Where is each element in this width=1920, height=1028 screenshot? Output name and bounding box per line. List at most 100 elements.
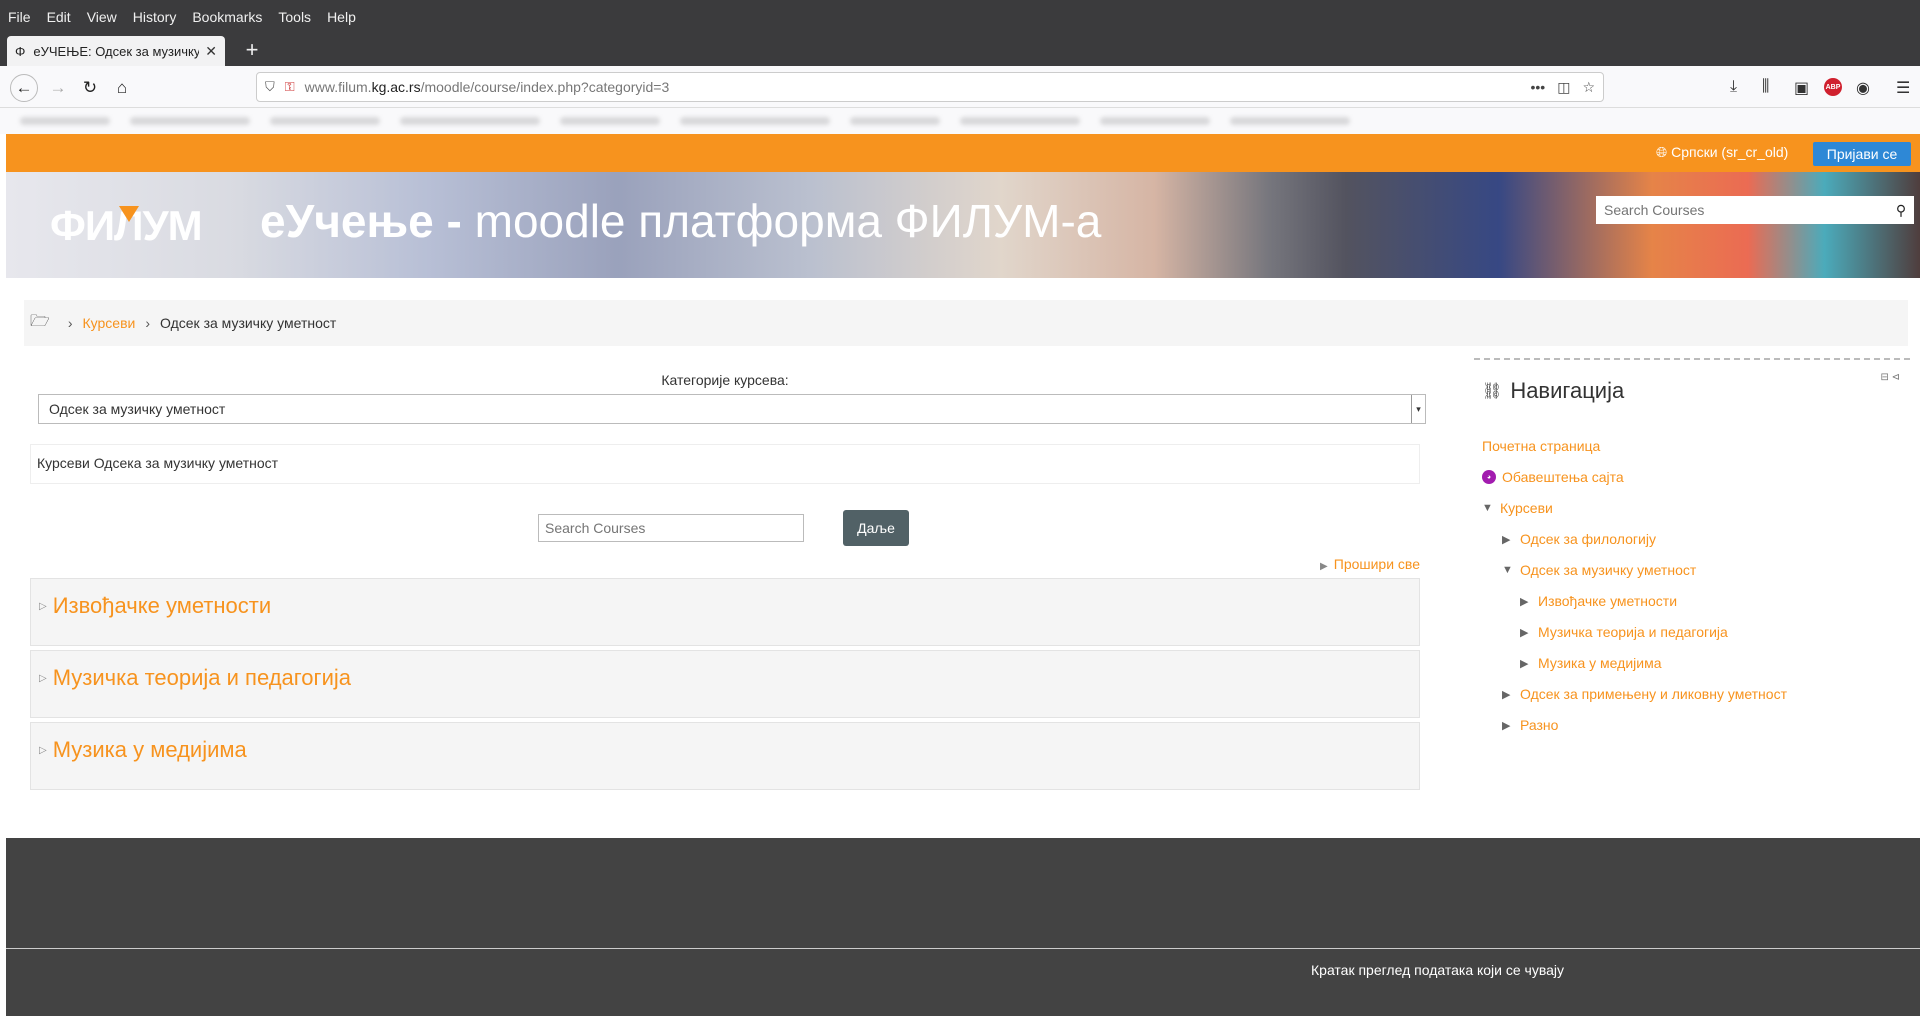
page-actions-icon[interactable]: •••: [1530, 79, 1545, 95]
category-item[interactable]: ▷ Музика у медијима: [30, 722, 1420, 790]
nav-item-label[interactable]: Разно: [1520, 717, 1558, 733]
shield-icon[interactable]: ⛉: [265, 79, 275, 95]
triangle-right-icon[interactable]: ▷: [39, 745, 47, 756]
bookmark-star-icon[interactable]: ☆: [1582, 79, 1595, 96]
bookmarks-toolbar: [0, 108, 1920, 134]
triangle-down-icon[interactable]: ▼: [1502, 564, 1513, 576]
account-icon[interactable]: ◉: [1856, 78, 1870, 98]
bookmark-blurred[interactable]: [960, 117, 1080, 125]
data-retention-link[interactable]: Кратак преглед података који се чувају: [1311, 962, 1564, 978]
url-text[interactable]: www.filum.kg.ac.rs/moodle/course/index.p…: [305, 79, 1519, 95]
bookmark-blurred[interactable]: [400, 117, 540, 125]
bookmark-blurred[interactable]: [680, 117, 830, 125]
bookmark-blurred[interactable]: [1230, 117, 1350, 125]
block-controls[interactable]: ⊟ ⊲: [1880, 372, 1900, 383]
go-button[interactable]: Даље: [843, 510, 909, 546]
category-item[interactable]: ▷ Музичка теорија и педагогија: [30, 650, 1420, 718]
category-title[interactable]: Музичка теорија и педагогија: [53, 665, 351, 690]
category-item[interactable]: ▷ Извођачке уметности: [30, 578, 1420, 646]
header-search-input[interactable]: [1604, 202, 1888, 218]
folder-open-icon[interactable]: 🗁︎: [30, 310, 50, 337]
nav-item-label[interactable]: Курсеви: [1500, 500, 1553, 516]
globe-icon: 🌐︎: [1656, 144, 1668, 160]
triangle-right-icon[interactable]: ▷: [39, 601, 47, 612]
menu-history[interactable]: History: [133, 9, 177, 25]
search-icon[interactable]: ⚲: [1888, 202, 1914, 219]
insecure-lock-icon[interactable]: ⚿: [285, 79, 295, 95]
reload-button[interactable]: ↻: [76, 74, 104, 102]
bookmark-blurred[interactable]: [20, 117, 110, 125]
bookmark-blurred[interactable]: [850, 117, 940, 125]
home-icon: ⌂: [116, 78, 128, 97]
nav-item-home[interactable]: Почетна страница: [1482, 438, 1600, 454]
menu-file[interactable]: File: [8, 9, 31, 25]
nav-item-label[interactable]: Музика у медијима: [1538, 655, 1662, 671]
triangle-right-icon[interactable]: ▶: [1520, 626, 1530, 639]
nav-item-performing-arts[interactable]: ▶ Извођачке уметности: [1520, 593, 1677, 609]
nav-item-label[interactable]: Одсек за музичку уметност: [1520, 562, 1696, 578]
triangle-right-icon[interactable]: ▶: [1520, 657, 1530, 670]
course-search-input[interactable]: [538, 514, 804, 542]
category-title[interactable]: Музика у медијима: [53, 737, 247, 762]
menu-edit[interactable]: Edit: [47, 9, 71, 25]
nav-item-site-news[interactable]: ◕ Обавештења сајта: [1482, 469, 1624, 485]
breadcrumb-separator: ›: [67, 315, 73, 331]
home-button[interactable]: ⌂: [108, 74, 136, 102]
collapse-icon[interactable]: ⊟: [1880, 372, 1888, 383]
nav-item-misc[interactable]: ▶ Разно: [1502, 717, 1558, 733]
bookmark-blurred[interactable]: [270, 117, 380, 125]
adblock-icon[interactable]: ABP: [1824, 78, 1842, 96]
expand-all-link[interactable]: ▶ Прошири све: [1200, 556, 1420, 572]
menu-view[interactable]: View: [87, 9, 117, 25]
back-button[interactable]: ←: [10, 74, 38, 102]
nav-item-label[interactable]: Обавештења сајта: [1502, 469, 1624, 485]
forum-icon: ◕: [1482, 470, 1496, 484]
nav-item-music[interactable]: ▼ Одсек за музичку уметност: [1502, 562, 1696, 578]
site-banner: ФИЛУМ еУчење - moodle платформа ФИЛУМ-а …: [6, 172, 1920, 278]
nav-item-courses[interactable]: ▼ Курсеви: [1482, 500, 1553, 516]
nav-item-label[interactable]: Извођачке уметности: [1538, 593, 1677, 609]
sidebar-icon[interactable]: ▣: [1794, 78, 1809, 98]
forward-arrow-icon: →: [49, 78, 67, 97]
category-title[interactable]: Извођачке уметности: [53, 593, 271, 618]
bookmark-blurred[interactable]: [560, 117, 660, 125]
triangle-down-icon[interactable]: ▼: [1482, 502, 1493, 514]
breadcrumb-courses-link[interactable]: Курсеви: [83, 315, 136, 331]
nav-item-label[interactable]: Одсек за филологију: [1520, 531, 1656, 547]
login-button[interactable]: Пријави се: [1813, 142, 1911, 166]
forward-button[interactable]: →: [44, 74, 72, 102]
site-title-bold: еУчење -: [260, 195, 462, 247]
categories-label: Категорије курсева:: [661, 372, 789, 388]
new-tab-button[interactable]: +: [238, 36, 266, 64]
nav-item-label[interactable]: Музичка теорија и педагогија: [1538, 624, 1728, 640]
triangle-right-icon[interactable]: ▶: [1520, 595, 1530, 608]
category-select[interactable]: Одсек за музичку уметност ▾: [38, 394, 1426, 424]
hamburger-menu-icon[interactable]: ☰: [1896, 78, 1910, 98]
nav-item-music-media[interactable]: ▶ Музика у медијима: [1520, 655, 1662, 671]
nav-item-label[interactable]: Почетна страница: [1482, 438, 1600, 454]
menu-bookmarks[interactable]: Bookmarks: [192, 9, 262, 25]
triangle-right-icon[interactable]: ▶: [1502, 688, 1512, 701]
dock-icon[interactable]: ⊲: [1892, 372, 1900, 383]
sitemap-icon: ⛓︎: [1482, 383, 1503, 400]
triangle-right-icon[interactable]: ▷: [39, 673, 47, 684]
nav-item-philology[interactable]: ▶ Одсек за филологију: [1502, 531, 1656, 547]
nav-item-music-theory[interactable]: ▶ Музичка теорија и педагогија: [1520, 624, 1728, 640]
menu-help[interactable]: Help: [327, 9, 356, 25]
triangle-right-icon[interactable]: ▶: [1502, 719, 1512, 732]
language-selector[interactable]: 🌐︎ Српски (sr_cr_old): [1656, 144, 1788, 161]
tab-active[interactable]: Φ еУЧЕЊЕ: Одсек за музичку ✕: [7, 36, 225, 66]
site-title: еУчење - moodle платформа ФИЛУМ-а: [260, 194, 1101, 248]
nav-item-applied-arts[interactable]: ▶ Одсек за примењену и ликовну уметност: [1502, 686, 1787, 702]
library-icon[interactable]: ⫼: [1762, 78, 1769, 96]
tab-close-icon[interactable]: ✕: [205, 43, 217, 60]
url-bar[interactable]: ⛉ ⚿ www.filum.kg.ac.rs/moodle/course/ind…: [256, 72, 1604, 102]
bookmark-blurred[interactable]: [1100, 117, 1210, 125]
pocket-icon[interactable]: ◫: [1557, 79, 1570, 96]
triangle-right-icon[interactable]: ▶: [1502, 533, 1512, 546]
nav-item-label[interactable]: Одсек за примењену и ликовну уметност: [1520, 686, 1787, 702]
menu-tools[interactable]: Tools: [278, 9, 311, 25]
downloads-icon[interactable]: ⤓: [1730, 78, 1737, 96]
select-arrow-icon[interactable]: ▾: [1411, 395, 1425, 423]
bookmark-blurred[interactable]: [130, 117, 250, 125]
